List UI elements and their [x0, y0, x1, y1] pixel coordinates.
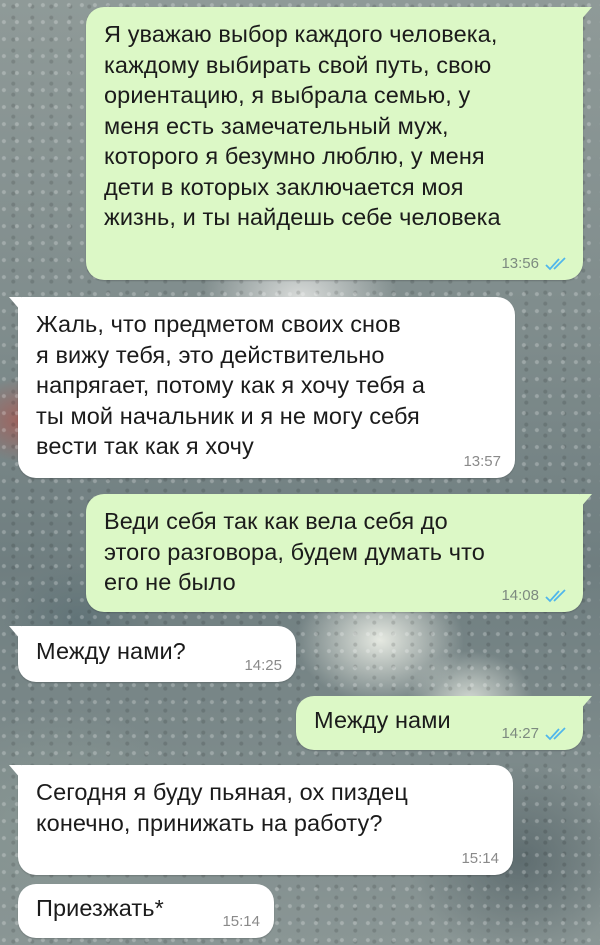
message-bubble-outgoing[interactable]: Веди себя так как вела себя до этого раз…	[86, 494, 592, 612]
message-bubble-outgoing[interactable]: Между нами 14:27	[296, 696, 592, 750]
bubble-tail	[580, 7, 592, 21]
message-meta: 13:56	[501, 255, 569, 272]
message-bubble-incoming[interactable]: Сегодня я буду пьяная, ох пиздец конечно…	[9, 765, 513, 875]
message-text: Между нами?	[36, 638, 186, 664]
message-bubble-incoming[interactable]: Приезжать* 15:14	[18, 884, 274, 938]
message-time: 13:57	[463, 453, 501, 470]
message-text: Веди себя так как вела себя до этого раз…	[104, 508, 485, 595]
message-meta: 15:14	[461, 850, 499, 867]
message-time: 14:27	[501, 725, 539, 742]
bubble-tail	[580, 494, 592, 508]
message-time: 14:08	[501, 587, 539, 604]
message-time: 14:25	[244, 657, 282, 674]
message-bubble-incoming[interactable]: Жаль, что предметом своих снов я вижу те…	[9, 297, 515, 478]
message-text: Сегодня я буду пьяная, ох пиздец конечно…	[36, 779, 408, 836]
message-meta: 14:25	[244, 657, 282, 674]
message-text: Я уважаю выбор каждого человека, каждому…	[104, 21, 501, 230]
message-meta: 15:14	[222, 913, 260, 930]
message-meta: 14:27	[501, 725, 569, 742]
bubble-tail	[580, 696, 592, 710]
message-meta: 13:57	[463, 453, 501, 470]
bubble-tail	[9, 297, 21, 311]
read-double-check-icon	[545, 726, 566, 740]
message-text: Жаль, что предметом своих снов я вижу те…	[36, 311, 426, 459]
message-bubble-incoming[interactable]: Между нами? 14:25	[9, 626, 296, 682]
bubble-tail	[9, 765, 21, 779]
message-time: 15:14	[222, 913, 260, 930]
read-double-check-icon	[545, 256, 566, 270]
read-double-check-icon	[545, 588, 566, 602]
message-bubble-outgoing[interactable]: Я уважаю выбор каждого человека, каждому…	[86, 7, 592, 280]
bubble-tail	[9, 626, 21, 640]
message-time: 15:14	[461, 850, 499, 867]
message-time: 13:56	[501, 255, 539, 272]
message-meta: 14:08	[501, 587, 569, 604]
